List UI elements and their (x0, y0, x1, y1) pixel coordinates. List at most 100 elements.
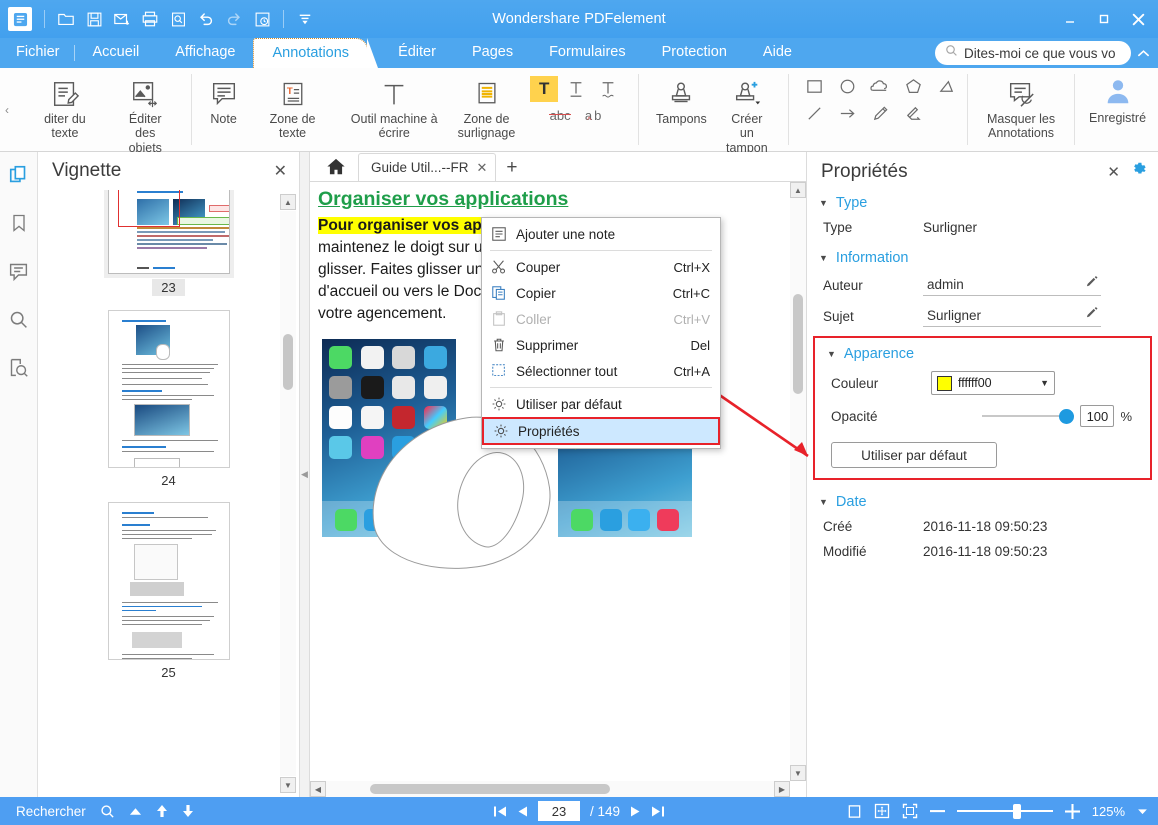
zoom-out-button[interactable] (929, 809, 945, 813)
document-vscrollbar[interactable]: ▲ ▼ (790, 182, 806, 781)
tab-fichier[interactable]: Fichier (0, 38, 74, 68)
thumbnail-scroll-track[interactable] (280, 211, 296, 776)
hide-annotations-button[interactable]: Masquer les Annotations (978, 72, 1064, 143)
up-arrow-icon[interactable] (156, 804, 168, 818)
panel-splitter[interactable]: ◀ (300, 152, 310, 797)
opacity-slider[interactable] (982, 408, 1075, 424)
arrow-icon[interactable] (834, 101, 860, 125)
note-button[interactable]: Note (202, 72, 246, 128)
sidebar-item-advanced-search[interactable] (6, 354, 32, 380)
thumbnail-page-image[interactable] (107, 502, 230, 660)
properties-close-icon[interactable]: ✕ (1107, 163, 1120, 181)
rectangle-icon[interactable] (801, 74, 827, 98)
thumbnail-item[interactable]: 24 (38, 310, 299, 488)
polygon-icon[interactable] (900, 74, 926, 98)
context-menu-item-select-all[interactable]: Sélectionner tout Ctrl+A (482, 358, 720, 384)
new-tab-button[interactable]: + (498, 157, 525, 181)
search-icon[interactable] (100, 804, 115, 819)
tab-editer[interactable]: Éditer (380, 38, 454, 68)
thumbnail-item[interactable]: 25 (38, 502, 299, 680)
doc-scroll-right-button[interactable]: ▶ (774, 781, 790, 797)
save-icon[interactable] (81, 6, 107, 32)
ribbon-scroll-left-icon[interactable]: ‹ (0, 68, 14, 151)
thumbnail-page-image[interactable] (107, 310, 230, 468)
thumbnail-scroll-up-button[interactable]: ▲ (280, 194, 296, 210)
color-select[interactable]: ffffff00 ▼ (931, 371, 1055, 395)
tab-accueil[interactable]: Accueil (75, 38, 158, 68)
doc-vscroll-thumb[interactable] (793, 294, 803, 394)
typewriter-button[interactable]: Outil machine à écrire (340, 72, 449, 143)
author-field[interactable]: admin (923, 275, 1101, 296)
eraser-icon[interactable] (900, 101, 926, 125)
next-page-icon[interactable] (630, 805, 641, 818)
fit-page-icon[interactable] (874, 803, 890, 819)
zoom-slider[interactable] (956, 803, 1053, 819)
section-header-information[interactable]: ▼ Information (807, 246, 1158, 270)
context-menu-item-copy[interactable]: Copier Ctrl+C (482, 280, 720, 306)
highlight-text-icon[interactable]: T (530, 76, 559, 102)
document-hscrollbar[interactable]: ◀ ▶ (310, 781, 790, 797)
fullscreen-icon[interactable] (902, 803, 918, 819)
print-preview-icon[interactable] (165, 6, 191, 32)
doc-scroll-up-button[interactable]: ▲ (790, 182, 806, 198)
strikethrough-text-icon[interactable]: abc (546, 102, 574, 128)
thumbnail-page-image[interactable] (107, 190, 230, 274)
use-default-button[interactable]: Utiliser par défaut (831, 442, 997, 468)
context-menu-item-use-default[interactable]: Utiliser par défaut (482, 391, 720, 417)
tab-protection[interactable]: Protection (644, 38, 745, 68)
tab-annotations[interactable]: Annotations (253, 38, 378, 68)
chevron-down-icon[interactable]: ▼ (1040, 378, 1049, 388)
opacity-value-input[interactable]: 100 (1080, 405, 1115, 427)
context-menu-item-properties[interactable]: Propriétés (482, 417, 720, 445)
slider-knob[interactable] (1059, 408, 1075, 424)
find-label[interactable]: Rechercher (16, 804, 86, 819)
triangle-icon[interactable] (933, 74, 959, 98)
zoom-dropdown-icon[interactable] (1137, 808, 1148, 815)
tell-me-search-box[interactable] (935, 41, 1131, 65)
ellipse-icon[interactable] (834, 74, 860, 98)
zoom-in-button[interactable] (1064, 803, 1080, 819)
edit-text-button[interactable]: diter du texte (22, 72, 108, 143)
edit-pencil-icon[interactable] (1086, 276, 1099, 292)
thumbnail-scroll-thumb[interactable] (283, 334, 293, 390)
subject-field[interactable]: Surligner (923, 306, 1101, 327)
account-status[interactable]: Enregistré (1077, 68, 1158, 151)
edit-pencil-icon[interactable] (1086, 307, 1099, 323)
prev-page-icon[interactable] (517, 805, 528, 818)
zoom-slider-knob[interactable] (1012, 803, 1021, 819)
minimize-button[interactable] (1054, 4, 1086, 34)
app-menu-icon[interactable] (8, 7, 32, 31)
text-box-button[interactable]: T Zone de texte (248, 72, 338, 143)
last-page-icon[interactable] (651, 805, 665, 818)
thumbnail-list[interactable]: 23 24 25 ▲ ▼ (38, 190, 299, 797)
context-menu-item-cut[interactable]: Couper Ctrl+X (482, 254, 720, 280)
section-header-date[interactable]: ▼ Date (807, 490, 1158, 514)
redo-icon[interactable] (221, 6, 247, 32)
doc-hscroll-thumb[interactable] (370, 784, 610, 794)
customize-icon[interactable] (292, 6, 318, 32)
collapse-ribbon-icon[interactable] (1137, 46, 1150, 61)
tab-affichage[interactable]: Affichage (157, 38, 253, 68)
create-stamp-button[interactable]: Créer un tampon (716, 72, 778, 157)
context-menu-item-add-note[interactable]: Ajouter une note (482, 221, 720, 247)
document-tab[interactable]: Guide Util...--FR ✕ (358, 153, 497, 181)
edit-objects-button[interactable]: Éditer des objets (110, 72, 181, 157)
close-button[interactable] (1122, 4, 1154, 34)
email-icon[interactable] (109, 6, 135, 32)
undo-icon[interactable] (193, 6, 219, 32)
doc-scroll-left-button[interactable]: ◀ (310, 781, 326, 797)
context-menu[interactable]: Ajouter une note Couper Ctrl+X Copier Ct… (481, 217, 721, 449)
settings-gear-icon[interactable] (1130, 160, 1148, 183)
sidebar-item-thumbnails[interactable] (6, 162, 32, 188)
thumbnail-scrollbar[interactable]: ▲ ▼ (280, 194, 296, 793)
tab-pages[interactable]: Pages (454, 38, 531, 68)
sidebar-item-comments[interactable] (6, 258, 32, 284)
squiggly-text-icon[interactable] (594, 76, 622, 102)
sidebar-item-bookmarks[interactable] (6, 210, 32, 236)
single-page-view-icon[interactable] (847, 804, 862, 819)
current-page-input[interactable]: 23 (537, 801, 580, 821)
cloud-icon[interactable] (867, 74, 893, 98)
home-icon[interactable] (316, 153, 356, 181)
first-page-icon[interactable] (493, 805, 507, 818)
tab-formulaires[interactable]: Formulaires (531, 38, 644, 68)
